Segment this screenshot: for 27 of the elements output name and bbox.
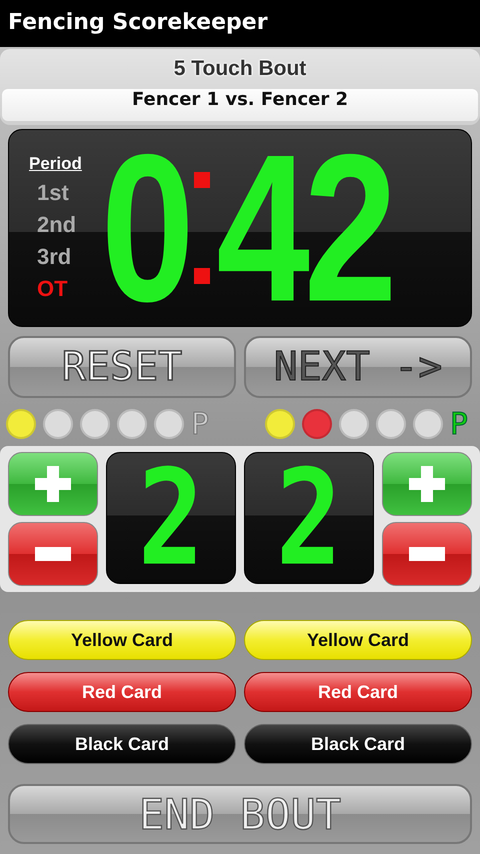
- minus-button[interactable]: [382, 522, 472, 586]
- bout-title: 5 Touch Bout: [174, 56, 306, 82]
- next-button[interactable]: NEXT ->: [244, 336, 472, 398]
- card-button[interactable]: Yellow Card: [244, 620, 472, 660]
- period-option[interactable]: OT: [29, 276, 68, 302]
- card-button[interactable]: Yellow Card: [8, 620, 236, 660]
- colon-icon: [194, 172, 210, 284]
- plus-icon: [407, 464, 447, 504]
- period-option[interactable]: 3rd: [29, 244, 72, 270]
- score-value: 2: [138, 458, 204, 578]
- score-value: 2: [276, 458, 342, 578]
- app-title: Fencing Scorekeeper: [7, 9, 269, 35]
- matchup-label: Fencer 1 vs. Fencer 2: [2, 89, 478, 121]
- clock-minutes: 0: [101, 146, 188, 310]
- clock-seconds: 42: [216, 146, 392, 310]
- plus-button[interactable]: [382, 452, 472, 516]
- card-button[interactable]: Black Card: [8, 724, 236, 764]
- card-button[interactable]: Black Card: [244, 724, 472, 764]
- priority-indicator: P: [450, 406, 470, 442]
- card-button[interactable]: Red Card: [8, 672, 236, 712]
- period-option[interactable]: 1st: [29, 180, 69, 206]
- period-option[interactable]: 2nd: [29, 212, 76, 238]
- plus-button[interactable]: [8, 452, 98, 516]
- plus-icon: [33, 464, 73, 504]
- period-heading: Period: [29, 154, 82, 174]
- minus-button[interactable]: [8, 522, 98, 586]
- card-button[interactable]: Red Card: [244, 672, 472, 712]
